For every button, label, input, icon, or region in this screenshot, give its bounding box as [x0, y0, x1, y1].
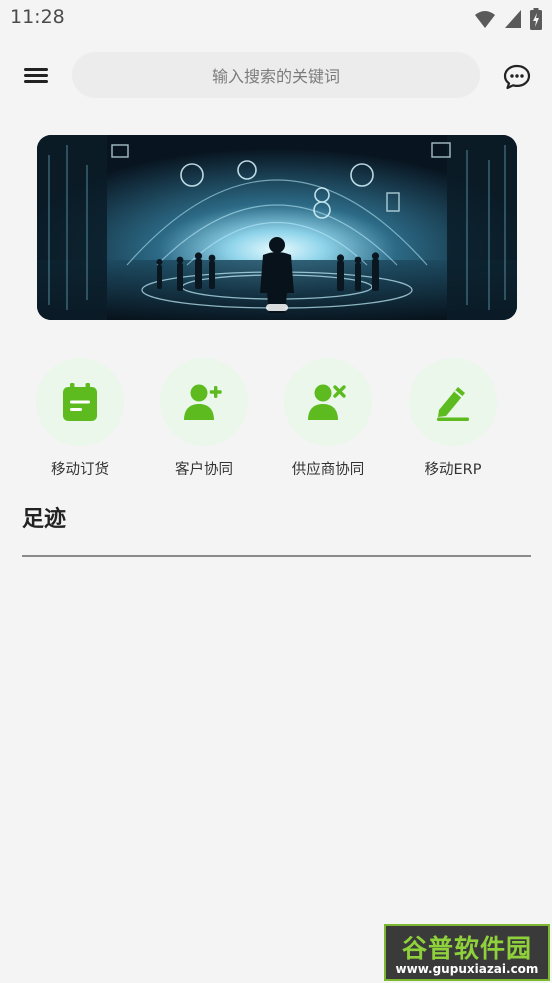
- shortcut-mobile-order[interactable]: 移动订货: [18, 358, 142, 479]
- hamburger-icon-line: [24, 68, 48, 71]
- shortcut-icon-bg: [284, 358, 372, 446]
- shortcut-supplier-collab[interactable]: 供应商协同: [266, 358, 390, 479]
- search-input[interactable]: 输入搜索的关键词: [72, 52, 480, 98]
- banner-image: [37, 135, 517, 320]
- hamburger-icon-line: [24, 74, 48, 77]
- status-bar: 11:28: [0, 0, 552, 38]
- shortcut-icon-bg: [36, 358, 124, 446]
- carousel-dot-active: [266, 304, 288, 311]
- hamburger-icon-line: [24, 80, 48, 83]
- shortcut-label: 供应商协同: [291, 462, 365, 478]
- user-remove-icon: [308, 384, 346, 420]
- watermark-logo: 谷普软件园 www.gupuxiazai.com: [384, 924, 550, 981]
- shortcut-label: 客户协同: [175, 462, 233, 478]
- section-title-footprints: 足迹: [22, 507, 67, 532]
- section-divider: [22, 555, 531, 557]
- shortcut-customer-collab[interactable]: 客户协同: [142, 358, 266, 479]
- top-bar: 输入搜索的关键词: [0, 50, 552, 100]
- user-add-icon: [184, 384, 222, 420]
- shortcut-label: 移动订货: [51, 462, 109, 478]
- edit-pen-icon: [437, 387, 469, 421]
- shortcut-label: 移动ERP: [424, 462, 482, 478]
- messages-button[interactable]: [502, 63, 532, 91]
- shortcut-mobile-erp[interactable]: 移动ERP: [391, 358, 515, 479]
- watermark-title: 谷普软件园: [401, 934, 532, 963]
- wifi-icon: [475, 11, 495, 28]
- status-icons: [474, 8, 542, 30]
- menu-button[interactable]: [20, 62, 52, 88]
- shortcut-icon-bg: [409, 358, 497, 446]
- watermark-url: www.gupuxiazai.com: [395, 962, 539, 976]
- carousel-indicator: [266, 304, 288, 311]
- search-placeholder: 输入搜索的关键词: [211, 67, 340, 86]
- battery-icon: [530, 8, 542, 30]
- status-time: 11:28: [10, 6, 65, 28]
- calendar-icon: [63, 383, 97, 421]
- signal-icon: [505, 10, 521, 28]
- shortcut-grid: 移动订货 客户协同 供应商协同 移动ERP: [0, 358, 552, 488]
- chat-bubble-icon: [503, 64, 531, 90]
- banner-carousel[interactable]: [37, 135, 517, 320]
- shortcut-icon-bg: [160, 358, 248, 446]
